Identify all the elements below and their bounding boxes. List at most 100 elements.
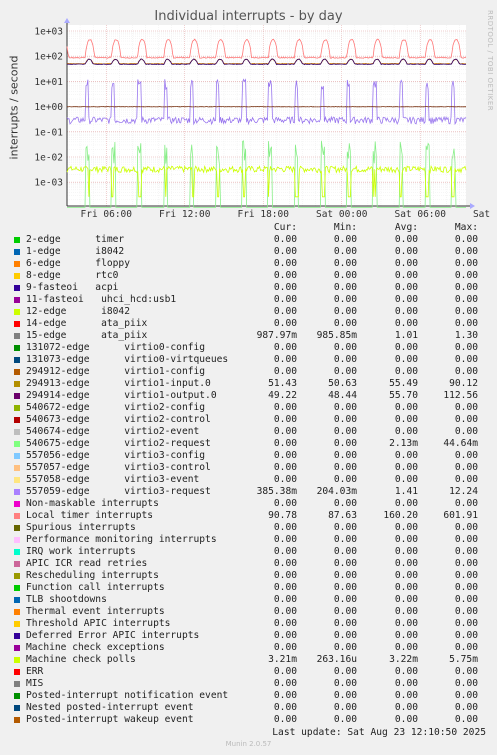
legend-min-value: 0.00 (333, 666, 357, 677)
header-min: Min: (333, 222, 357, 233)
legend-row: Thermal event interrupts 0.00 0.00 0.00 0.00 (0, 606, 497, 618)
legend-swatch (14, 405, 20, 411)
series-line-3 (66, 106, 467, 108)
legend-min-value: 0.00 (333, 570, 357, 581)
legend-max-value: 0.00 (454, 714, 478, 725)
legend-row: 294914-edge virtio1-output.0 49.22 48.44 55… (0, 390, 497, 402)
legend-min-value: 0.00 (333, 606, 357, 617)
legend-max-value: 0.00 (454, 342, 478, 353)
legend-swatch (14, 621, 20, 627)
legend-row: MIS 0.00 0.00 0.00 0.00 (0, 678, 497, 690)
legend-label: 14-edge ata_piix (26, 318, 148, 329)
legend-max-value: 601.91 (443, 510, 478, 521)
legend-label: Local timer interrupts (26, 510, 154, 521)
legend-min-value: 0.00 (333, 474, 357, 485)
legend-swatch (14, 321, 20, 327)
legend-label: Nested posted-interrupt event (26, 702, 194, 713)
legend-min-value: 0.00 (333, 258, 357, 269)
plot-area (67, 25, 466, 206)
legend-label: Non-maskable interrupts (26, 498, 159, 509)
legend-label: Function call interrupts (26, 582, 165, 593)
legend-max-value: 12.24 (449, 486, 478, 497)
y-tick-label: 1e-02 (34, 153, 63, 164)
legend-max-value: 0.00 (454, 690, 478, 701)
legend-row: 557058-edge virtio3-event 0.00 0.00 0.00 0.0… (0, 474, 497, 486)
legend-label: MIS (26, 678, 44, 689)
legend-swatch (14, 705, 20, 711)
legend-swatch (14, 417, 20, 423)
legend-max-value: 0.00 (454, 282, 478, 293)
legend-row: Rescheduling interrupts 0.00 0.00 0.00 0.00 (0, 570, 497, 582)
legend-label: Machine check polls (26, 654, 136, 665)
legend-max-value: 0.00 (454, 426, 478, 437)
legend-row: 2-edge timer 0.00 0.00 0.00 0.00 (0, 234, 497, 246)
legend-label: 557058-edge virtio3-event (26, 474, 200, 485)
legend-label: Thermal event interrupts (26, 606, 165, 617)
legend-max-value: 0.00 (454, 498, 478, 509)
legend-min-value: 0.00 (333, 714, 357, 725)
legend-max-value: 0.00 (454, 702, 478, 713)
legend-min-value: 48.44 (328, 390, 357, 401)
legend-row: 557059-edge virtio3-request 385.38m 204.03… (0, 486, 497, 498)
legend-row: Nested posted-interrupt event 0.00 0.00 0.0… (0, 702, 497, 714)
legend-swatch (14, 309, 20, 315)
legend-label: 557057-edge virtio3-control (26, 462, 211, 473)
legend-row: 294912-edge virtio1-config 0.00 0.00 0.00 0.… (0, 366, 497, 378)
legend-min-value: 0.00 (333, 630, 357, 641)
legend-row: Machine check exceptions 0.00 0.00 0.00 0.00 (0, 642, 497, 654)
legend-label: 9-fasteoi acpi (26, 282, 119, 293)
legend-max-value: 90.12 (449, 378, 478, 389)
legend-max-value: 0.00 (454, 414, 478, 425)
legend-min-value: 87.63 (328, 510, 357, 521)
legend-max-value: 0.00 (454, 474, 478, 485)
legend-swatch (14, 717, 20, 723)
legend-max-value: 0.00 (454, 402, 478, 413)
legend-max-value: 0.00 (454, 678, 478, 689)
legend-swatch (14, 609, 20, 615)
legend-label: Machine check exceptions (26, 642, 165, 653)
legend-table: Cur: Min: Avg: Max: 2-edge timer 0.00 0.00… (0, 222, 497, 726)
legend-min-value: 204.03m (316, 486, 357, 497)
y-tick-label: 1e+02 (34, 52, 63, 63)
legend-max-value: 1.30 (454, 330, 478, 341)
legend-max-value: 0.00 (454, 246, 478, 257)
legend-max-value: 0.00 (454, 270, 478, 281)
legend-max-value: 0.00 (454, 594, 478, 605)
legend-min-value: 0.00 (333, 558, 357, 569)
legend-max-value: 0.00 (454, 522, 478, 533)
legend-swatch (14, 249, 20, 255)
legend-label: ERR (26, 666, 44, 677)
legend-min-value: 0.00 (333, 426, 357, 437)
legend-row: 9-fasteoi acpi 0.00 0.00 0.00 0.00 (0, 282, 497, 294)
legend-min-value: 0.00 (333, 594, 357, 605)
y-tick-label: 1e+00 (34, 102, 63, 113)
legend-row: 15-edge ata_piix 987.97m 985.85m 1.01 1.30 (0, 330, 497, 342)
legend-min-value: 0.00 (333, 498, 357, 509)
legend-max-value: 0.00 (454, 546, 478, 557)
legend-max-value: 0.00 (454, 630, 478, 641)
legend-max-value: 0.00 (454, 294, 478, 305)
legend-swatch (14, 669, 20, 675)
legend-row: 294913-edge virtio1-input.0 51.43 50.63 55.… (0, 378, 497, 390)
legend-max-value: 0.00 (454, 642, 478, 653)
legend-swatch (14, 513, 20, 519)
legend-max-value: 0.00 (454, 354, 478, 365)
legend-min-value: 263.16u (316, 654, 357, 665)
legend-row: IRQ work interrupts 0.00 0.00 0.00 0.00 (0, 546, 497, 558)
legend-min-value: 0.00 (333, 678, 357, 689)
legend-swatch (14, 597, 20, 603)
legend-swatch (14, 465, 20, 471)
legend-min-value: 985.85m (316, 330, 357, 341)
legend-label: 557059-edge virtio3-request (26, 486, 211, 497)
legend-row: 11-fasteoi uhci_hcd:usb1 0.00 0.00 0.00 0.00 (0, 294, 497, 306)
legend-label: 540672-edge virtio2-config (26, 402, 206, 413)
legend-swatch (14, 537, 20, 543)
legend-row: Machine check polls 3.21m 263.16u 3.22m 5.75… (0, 654, 497, 666)
legend-max-value: 0.00 (454, 318, 478, 329)
legend-min-value: 0.00 (333, 270, 357, 281)
legend-swatch (14, 525, 20, 531)
legend-swatch (14, 501, 20, 507)
legend-row: Deferred Error APIC interrupts 0.00 0.00 0.… (0, 630, 497, 642)
legend-min-value: 0.00 (333, 534, 357, 545)
x-tick-label: Fri 06:00 (81, 209, 133, 220)
